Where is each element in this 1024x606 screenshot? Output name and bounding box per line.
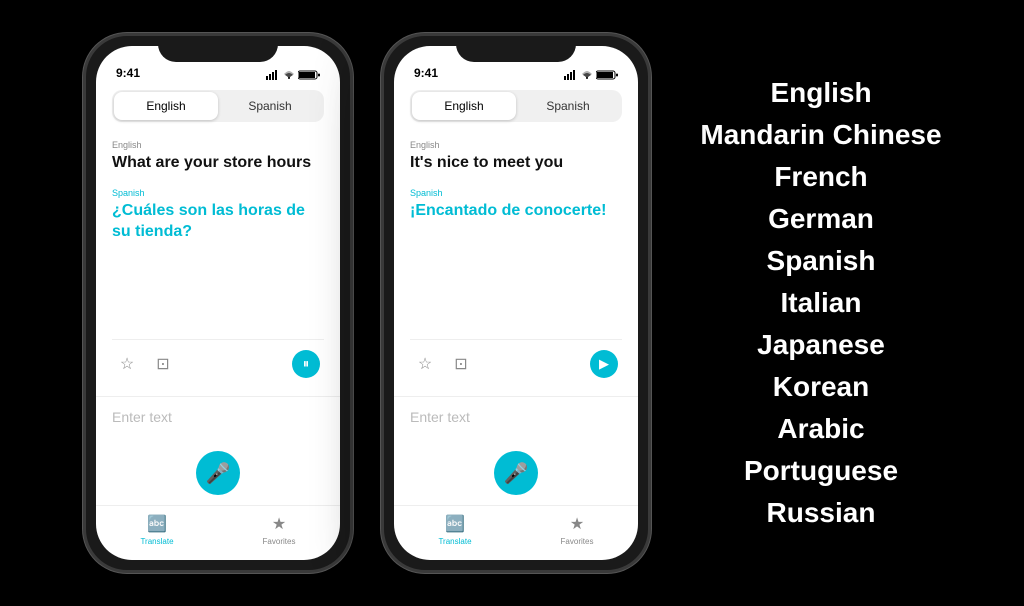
phone-1-nav-favorites[interactable]: ★ Favorites <box>218 514 340 546</box>
signal-icon-2 <box>564 70 578 80</box>
phone-1-bottom-nav: 🔤 Translate ★ Favorites <box>96 505 340 560</box>
phone-1-action-row: ☆ ⊡ ⏸ <box>112 339 324 388</box>
phone-1-nav-translate-label: Translate <box>140 537 173 546</box>
phone-2-tab-spanish[interactable]: Spanish <box>516 92 620 120</box>
phones-area: 9:41 <box>53 33 651 573</box>
phone-2-nav-favorites-label: Favorites <box>561 537 594 546</box>
phone-1-time: 9:41 <box>116 66 140 80</box>
lang-arabic: Arabic <box>777 408 864 450</box>
phone-2-time: 9:41 <box>414 66 438 80</box>
phone-2-tab-bar[interactable]: English Spanish <box>410 90 622 122</box>
phone-2-spanish-label: Spanish <box>410 188 622 198</box>
translate-icon: 🔤 <box>147 514 167 534</box>
phone-1-spanish-phrase: ¿Cuáles son las horas de su tienda? <box>112 201 324 243</box>
phone-2-content: English It's nice to meet you Spanish ¡E… <box>394 132 638 396</box>
phone-2-spanish-phrase: ¡Encantado de conocerte! <box>410 201 622 222</box>
phone-1-tab-bar[interactable]: English Spanish <box>112 90 324 122</box>
star-icon[interactable]: ☆ <box>116 353 138 375</box>
phone-2-mic-area: 🎤 <box>394 437 638 505</box>
phone-1-mic-area: 🎤 <box>96 437 340 505</box>
phone-2-action-icons-left: ☆ ⊡ <box>414 353 472 375</box>
copy-icon-2[interactable]: ⊡ <box>450 353 472 375</box>
translate-icon-2: 🔤 <box>445 514 465 534</box>
favorites-icon-2: ★ <box>570 514 584 534</box>
phone-1-action-icons-left: ☆ ⊡ <box>116 353 174 375</box>
phone-2-notch <box>456 36 576 62</box>
phone-2-nav-translate-label: Translate <box>438 537 471 546</box>
phone-2-status-icons <box>564 70 618 80</box>
phone-1-english-label: English <box>112 140 324 150</box>
phone-1-status-icons <box>266 70 320 80</box>
phone-1: 9:41 <box>83 33 353 573</box>
phone-1-english-phrase: What are your store hours <box>112 153 324 174</box>
phone-1-enter-text: Enter text <box>112 409 324 425</box>
battery-icon-2 <box>596 70 618 80</box>
play-button[interactable]: ▶ <box>590 350 618 378</box>
phone-1-spanish-label: Spanish <box>112 188 324 198</box>
phone-2-screen: 9:41 <box>394 46 638 560</box>
pause-button[interactable]: ⏸ <box>292 350 320 378</box>
battery-icon <box>298 70 320 80</box>
lang-italian: Italian <box>781 282 862 324</box>
lang-english: English <box>770 72 871 114</box>
lang-spanish: Spanish <box>767 240 876 282</box>
lang-russian: Russian <box>767 492 876 534</box>
phone-1-tab-spanish[interactable]: Spanish <box>218 92 322 120</box>
phone-1-input-area[interactable]: Enter text <box>96 396 340 437</box>
wifi-icon <box>284 70 294 80</box>
lang-korean: Korean <box>773 366 869 408</box>
phone-2: 9:41 <box>381 33 651 573</box>
phone-2-enter-text: Enter text <box>410 409 622 425</box>
phone-2-tab-english[interactable]: English <box>412 92 516 120</box>
phone-2-english-label: English <box>410 140 622 150</box>
phone-1-mic-button[interactable]: 🎤 <box>196 451 240 495</box>
phone-1-content: English What are your store hours Spanis… <box>96 132 340 396</box>
phone-1-nav-translate[interactable]: 🔤 Translate <box>96 514 218 546</box>
lang-french: French <box>774 156 867 198</box>
phone-2-english-phrase: It's nice to meet you <box>410 153 622 174</box>
phone-1-nav-favorites-label: Favorites <box>263 537 296 546</box>
lang-german: German <box>768 198 874 240</box>
phone-2-input-area[interactable]: Enter text <box>394 396 638 437</box>
phone-2-nav-favorites[interactable]: ★ Favorites <box>516 514 638 546</box>
signal-icon <box>266 70 280 80</box>
star-icon-2[interactable]: ☆ <box>414 353 436 375</box>
phone-2-mic-button[interactable]: 🎤 <box>494 451 538 495</box>
language-list: English Mandarin Chinese French German S… <box>651 72 971 534</box>
phone-2-bottom-nav: 🔤 Translate ★ Favorites <box>394 505 638 560</box>
phone-1-tab-english[interactable]: English <box>114 92 218 120</box>
phone-1-notch <box>158 36 278 62</box>
copy-icon[interactable]: ⊡ <box>152 353 174 375</box>
phone-2-action-row: ☆ ⊡ ▶ <box>410 339 622 388</box>
lang-japanese: Japanese <box>757 324 885 366</box>
scene: 9:41 <box>0 0 1024 606</box>
phone-2-nav-translate[interactable]: 🔤 Translate <box>394 514 516 546</box>
lang-mandarin: Mandarin Chinese <box>700 114 941 156</box>
wifi-icon-2 <box>582 70 592 80</box>
lang-portuguese: Portuguese <box>744 450 898 492</box>
phone-1-screen: 9:41 <box>96 46 340 560</box>
favorites-icon: ★ <box>272 514 286 534</box>
